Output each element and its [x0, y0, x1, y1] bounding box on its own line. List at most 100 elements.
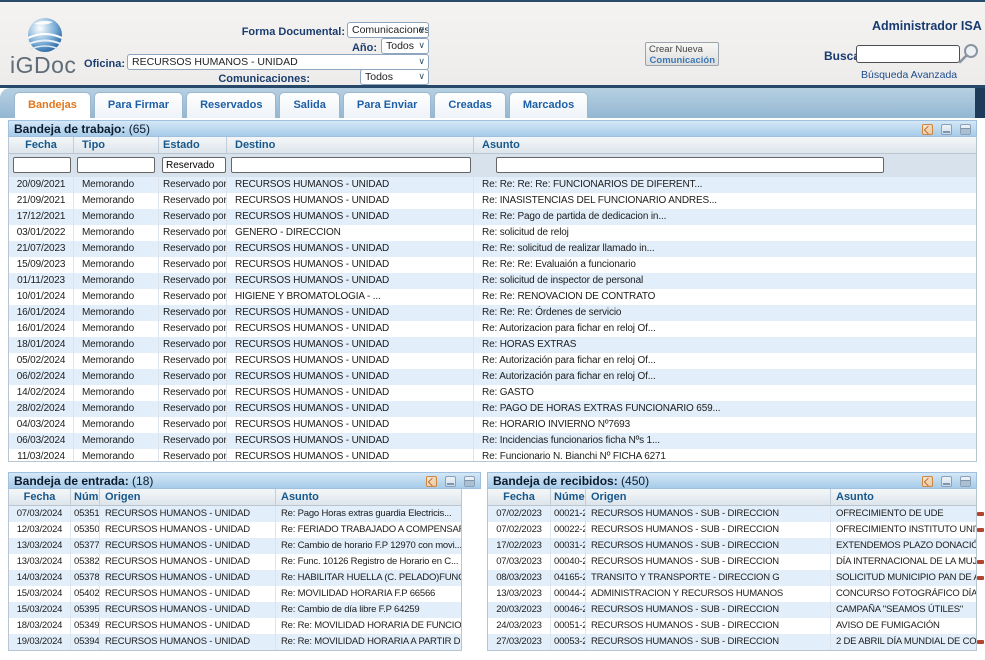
- cell-tipo: Memorando: [74, 369, 159, 385]
- column-header-numero[interactable]: Número: [71, 489, 100, 505]
- cell-estado: Reservado por:: [159, 225, 227, 241]
- table-row[interactable]: 01/11/2023 Memorando Reservado por: RECU…: [9, 273, 976, 289]
- table-row[interactable]: 15/03/2024 05402- RECURSOS HUMANOS - UNI…: [9, 586, 461, 602]
- create-communication-button[interactable]: Crear Nueva Comunicación: [645, 42, 719, 66]
- column-header-asunto[interactable]: Asunto: [276, 489, 461, 505]
- table-row[interactable]: 17/12/2021 Memorando Reservado por: RECU…: [9, 209, 976, 225]
- table-row[interactable]: 12/03/2024 05350- RECURSOS HUMANOS - UNI…: [9, 522, 461, 538]
- forma-documental-select[interactable]: Comunicaciones∨: [347, 22, 429, 38]
- table-row[interactable]: 18/03/2024 05349- RECURSOS HUMANOS - UNI…: [9, 618, 461, 634]
- cell-asunto: EXTENDEMOS PLAZO DONACIÓN ÚTILES: [831, 538, 976, 554]
- oficina-select[interactable]: RECURSOS HUMANOS - UNIDAD∨: [127, 54, 429, 70]
- column-header-fecha[interactable]: Fecha: [9, 489, 71, 505]
- export-icon[interactable]: [426, 476, 437, 487]
- cell-destino: RECURSOS HUMANOS - UNIDAD: [227, 241, 474, 257]
- column-header-fecha[interactable]: Fecha: [9, 137, 74, 153]
- minimize-icon[interactable]: [445, 476, 456, 487]
- chevron-down-icon: ∨: [418, 71, 425, 82]
- filter-asunto-input[interactable]: [496, 157, 884, 173]
- table-row[interactable]: 06/03/2024 Memorando Reservado por: RECU…: [9, 433, 976, 449]
- table-row[interactable]: 10/01/2024 Memorando Reservado por: HIGI…: [9, 289, 976, 305]
- table-row[interactable]: 15/03/2024 05395- RECURSOS HUMANOS - UNI…: [9, 602, 461, 618]
- table-row[interactable]: 14/03/2024 05378- RECURSOS HUMANOS - UNI…: [9, 570, 461, 586]
- column-header-asunto[interactable]: Asunto: [831, 489, 976, 505]
- table-row[interactable]: 16/01/2024 Memorando Reservado por: RECU…: [9, 321, 976, 337]
- table-row[interactable]: 07/02/2023 00021-2 RECURSOS HUMANOS - SU…: [488, 506, 976, 522]
- cell-estado: Reservado por:: [159, 209, 227, 225]
- tab-marcados[interactable]: Marcados: [509, 92, 588, 118]
- column-header-origen[interactable]: Origen: [586, 489, 831, 505]
- cell-fecha: 01/11/2023: [9, 273, 74, 289]
- table-row[interactable]: 18/01/2024 Memorando Reservado por: RECU…: [9, 337, 976, 353]
- anio-select[interactable]: Todos∨: [381, 38, 429, 54]
- column-header-fecha[interactable]: Fecha: [488, 489, 551, 505]
- export-icon[interactable]: [922, 124, 933, 135]
- column-header-numero[interactable]: Número: [551, 489, 586, 505]
- table-row[interactable]: 11/03/2024 Memorando Reservado por: RECU…: [9, 449, 976, 462]
- cell-asunto: 2 DE ABRIL DÍA MUNDIAL DE CONCIENCI: [831, 634, 976, 650]
- table-row[interactable]: 13/03/2024 05377- RECURSOS HUMANOS - UNI…: [9, 538, 461, 554]
- table-row[interactable]: 13/03/2024 05382- RECURSOS HUMANOS - UNI…: [9, 554, 461, 570]
- filter-destino-input[interactable]: [231, 157, 471, 173]
- comunicaciones-select[interactable]: Todos∨: [360, 69, 429, 85]
- advanced-search-link[interactable]: Búsqueda Avanzada: [861, 69, 957, 81]
- minimize-icon[interactable]: [941, 124, 952, 135]
- table-row[interactable]: 06/02/2024 Memorando Reservado por: RECU…: [9, 369, 976, 385]
- table-row[interactable]: 05/02/2024 Memorando Reservado por: RECU…: [9, 353, 976, 369]
- tab-salida[interactable]: Salida: [279, 92, 339, 118]
- column-header-asunto[interactable]: Asunto: [474, 137, 976, 153]
- tab-para-enviar[interactable]: Para Enviar: [343, 92, 432, 118]
- cell-estado: Reservado por:: [159, 385, 227, 401]
- cell-fecha: 11/03/2024: [9, 449, 74, 462]
- table-row[interactable]: 04/03/2024 Memorando Reservado por: RECU…: [9, 417, 976, 433]
- maximize-icon[interactable]: [960, 476, 971, 487]
- table-row[interactable]: 13/03/2023 00044-2 ADMINISTRACION Y RECU…: [488, 586, 976, 602]
- table-row[interactable]: 17/02/2023 00031-2 RECURSOS HUMANOS - SU…: [488, 538, 976, 554]
- cell-asunto: Re: MOVILIDAD HORARIA F.P 66566: [276, 586, 461, 602]
- table-row[interactable]: 21/07/2023 Memorando Reservado por: RECU…: [9, 241, 976, 257]
- maximize-icon[interactable]: [464, 476, 475, 487]
- table-row[interactable]: 08/03/2023 04165-2 TRANSITO Y TRANSPORTE…: [488, 570, 976, 586]
- table-row[interactable]: 16/01/2024 Memorando Reservado por: RECU…: [9, 305, 976, 321]
- tab-creadas[interactable]: Creadas: [434, 92, 505, 118]
- tab-para-firmar[interactable]: Para Firmar: [94, 92, 183, 118]
- cell-fecha: 27/03/2023: [488, 634, 551, 650]
- cell-estado: Reservado por:: [159, 433, 227, 449]
- table-row[interactable]: 20/03/2023 00046-2 RECURSOS HUMANOS - SU…: [488, 602, 976, 618]
- column-header-tipo[interactable]: Tipo: [74, 137, 159, 153]
- magnifier-icon[interactable]: [957, 42, 981, 66]
- cell-destino: RECURSOS HUMANOS - UNIDAD: [227, 353, 474, 369]
- table-row[interactable]: 07/03/2024 05351- RECURSOS HUMANOS - UNI…: [9, 506, 461, 522]
- table-row[interactable]: 07/02/2023 00022-2 RECURSOS HUMANOS - SU…: [488, 522, 976, 538]
- table-row[interactable]: 24/03/2023 00051-2 RECURSOS HUMANOS - SU…: [488, 618, 976, 634]
- column-header-destino[interactable]: Destino: [227, 137, 474, 153]
- table-row[interactable]: 21/09/2021 Memorando Reservado por: RECU…: [9, 193, 976, 209]
- cell-asunto: Re: Autorización para fichar en reloj Of…: [474, 369, 976, 385]
- table-row[interactable]: 14/02/2024 Memorando Reservado por: RECU…: [9, 385, 976, 401]
- column-header-estado[interactable]: Estado: [159, 137, 227, 153]
- tab-bandejas[interactable]: Bandejas: [14, 92, 91, 118]
- export-icon[interactable]: [922, 476, 933, 487]
- table-row[interactable]: 28/02/2024 Memorando Reservado por: RECU…: [9, 401, 976, 417]
- table-row[interactable]: 03/01/2022 Memorando Reservado por: GENE…: [9, 225, 976, 241]
- filter-tipo-input[interactable]: [77, 157, 155, 173]
- search-input[interactable]: [856, 45, 960, 63]
- globe-icon: [26, 16, 64, 54]
- cell-asunto: Re: solicitud de inspector de personal: [474, 273, 976, 289]
- cell-fecha: 20/09/2021: [9, 177, 74, 193]
- filter-estado-input[interactable]: [162, 157, 226, 173]
- cell-estado: Reservado por:: [159, 193, 227, 209]
- column-header-origen[interactable]: Origen: [100, 489, 276, 505]
- table-row[interactable]: 15/09/2023 Memorando Reservado por: RECU…: [9, 257, 976, 273]
- table-row[interactable]: 07/03/2023 00040-2 RECURSOS HUMANOS - SU…: [488, 554, 976, 570]
- tab-reservados[interactable]: Reservados: [186, 92, 276, 118]
- cell-numero: 04165-2: [551, 570, 586, 586]
- cell-asunto: Re: HORAS EXTRAS: [474, 337, 976, 353]
- cell-asunto: Re: Cambio de día libre F.P 64259: [276, 602, 461, 618]
- table-row[interactable]: 19/03/2024 05394- RECURSOS HUMANOS - UNI…: [9, 634, 461, 650]
- minimize-icon[interactable]: [941, 476, 952, 487]
- maximize-icon[interactable]: [960, 124, 971, 135]
- table-row[interactable]: 20/09/2021 Memorando Reservado por: RECU…: [9, 177, 976, 193]
- filter-fecha-input[interactable]: [13, 157, 71, 173]
- table-row[interactable]: 27/03/2023 00053-2 RECURSOS HUMANOS - SU…: [488, 634, 976, 650]
